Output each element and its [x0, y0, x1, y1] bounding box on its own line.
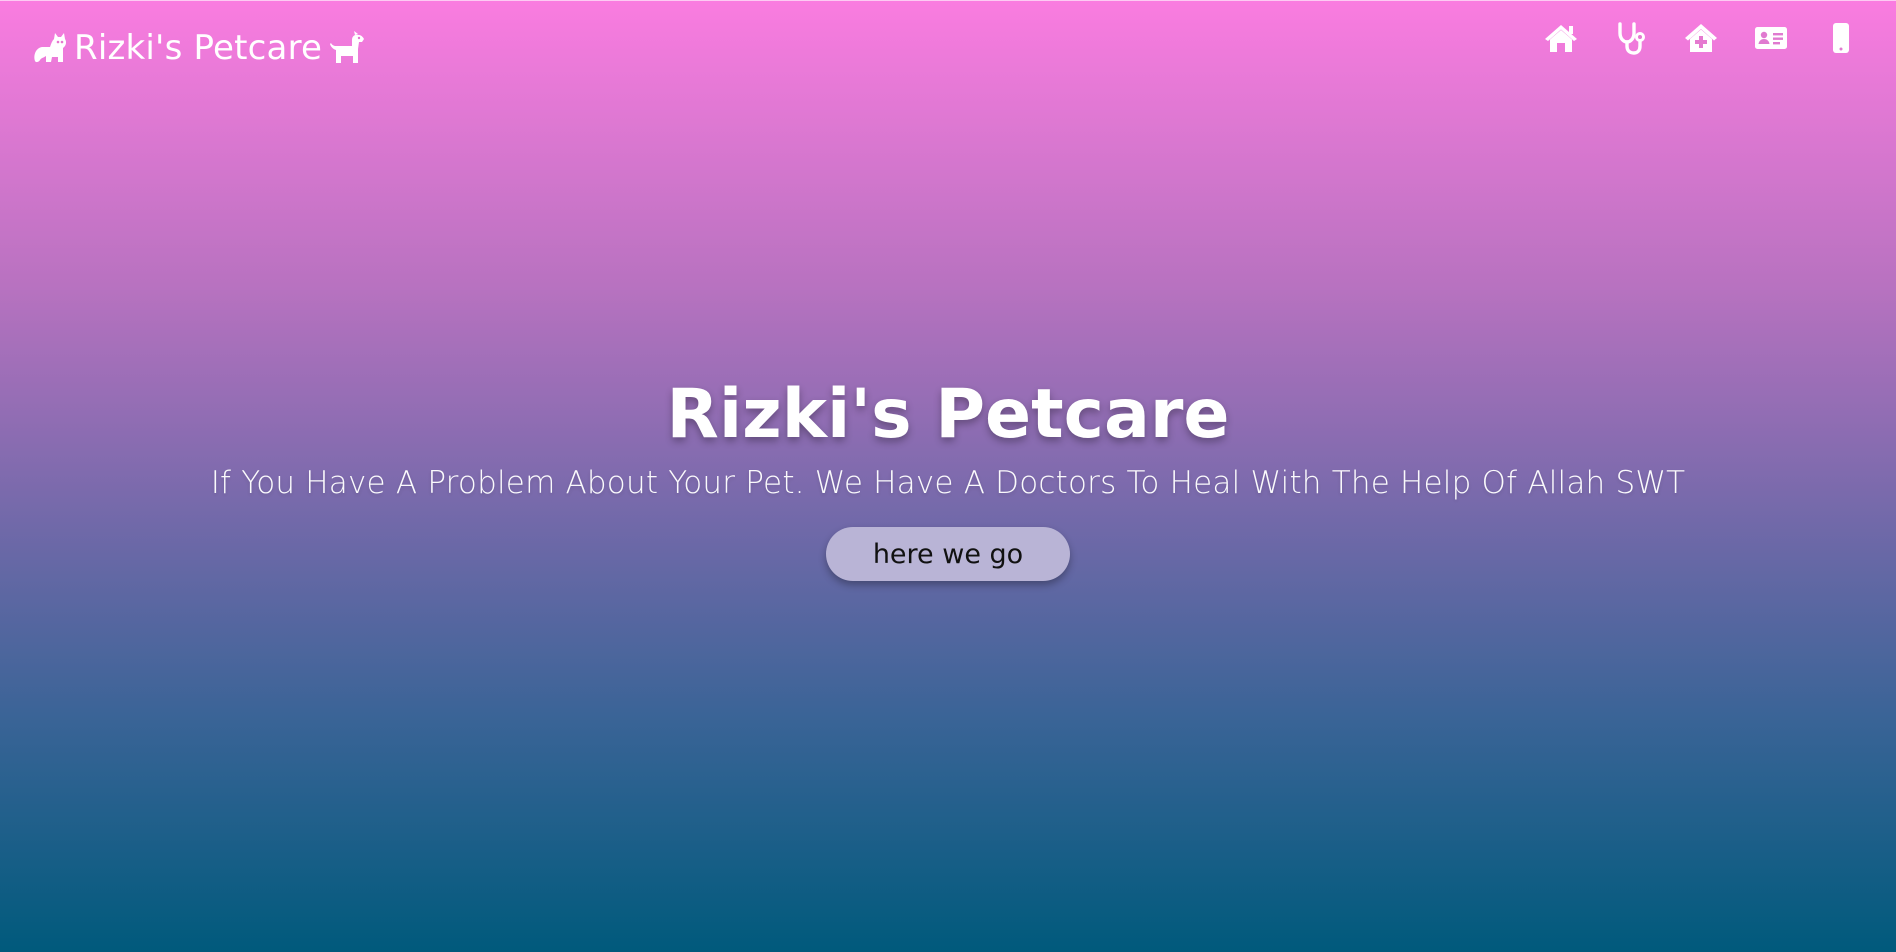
contact-card-icon [1754, 25, 1788, 55]
nav-phone[interactable] [1824, 22, 1858, 58]
brand-name: Rizki's Petcare [74, 28, 323, 68]
home-icon [1544, 23, 1578, 57]
nav-contact[interactable] [1754, 22, 1788, 58]
hero-subtitle: If You Have A Problem About Your Pet. We… [210, 465, 1686, 501]
nav-home[interactable] [1544, 22, 1578, 58]
top-border [0, 0, 1896, 1]
stethoscope-icon [1616, 21, 1646, 59]
hero-title: Rizki's Petcare [666, 375, 1230, 454]
brand-logo-link[interactable]: Rizki's Petcare [32, 26, 366, 70]
hero-section: Rizki's Petcare If You Have A Problem Ab… [0, 375, 1896, 581]
cat-icon [32, 31, 68, 65]
clinic-icon [1684, 23, 1718, 57]
main-nav [1544, 22, 1858, 58]
here-we-go-button[interactable]: here we go [826, 527, 1070, 581]
nav-services[interactable] [1614, 22, 1648, 58]
mobile-phone-icon [1831, 22, 1851, 58]
nav-clinic[interactable] [1684, 22, 1718, 58]
dog-icon [328, 31, 366, 65]
